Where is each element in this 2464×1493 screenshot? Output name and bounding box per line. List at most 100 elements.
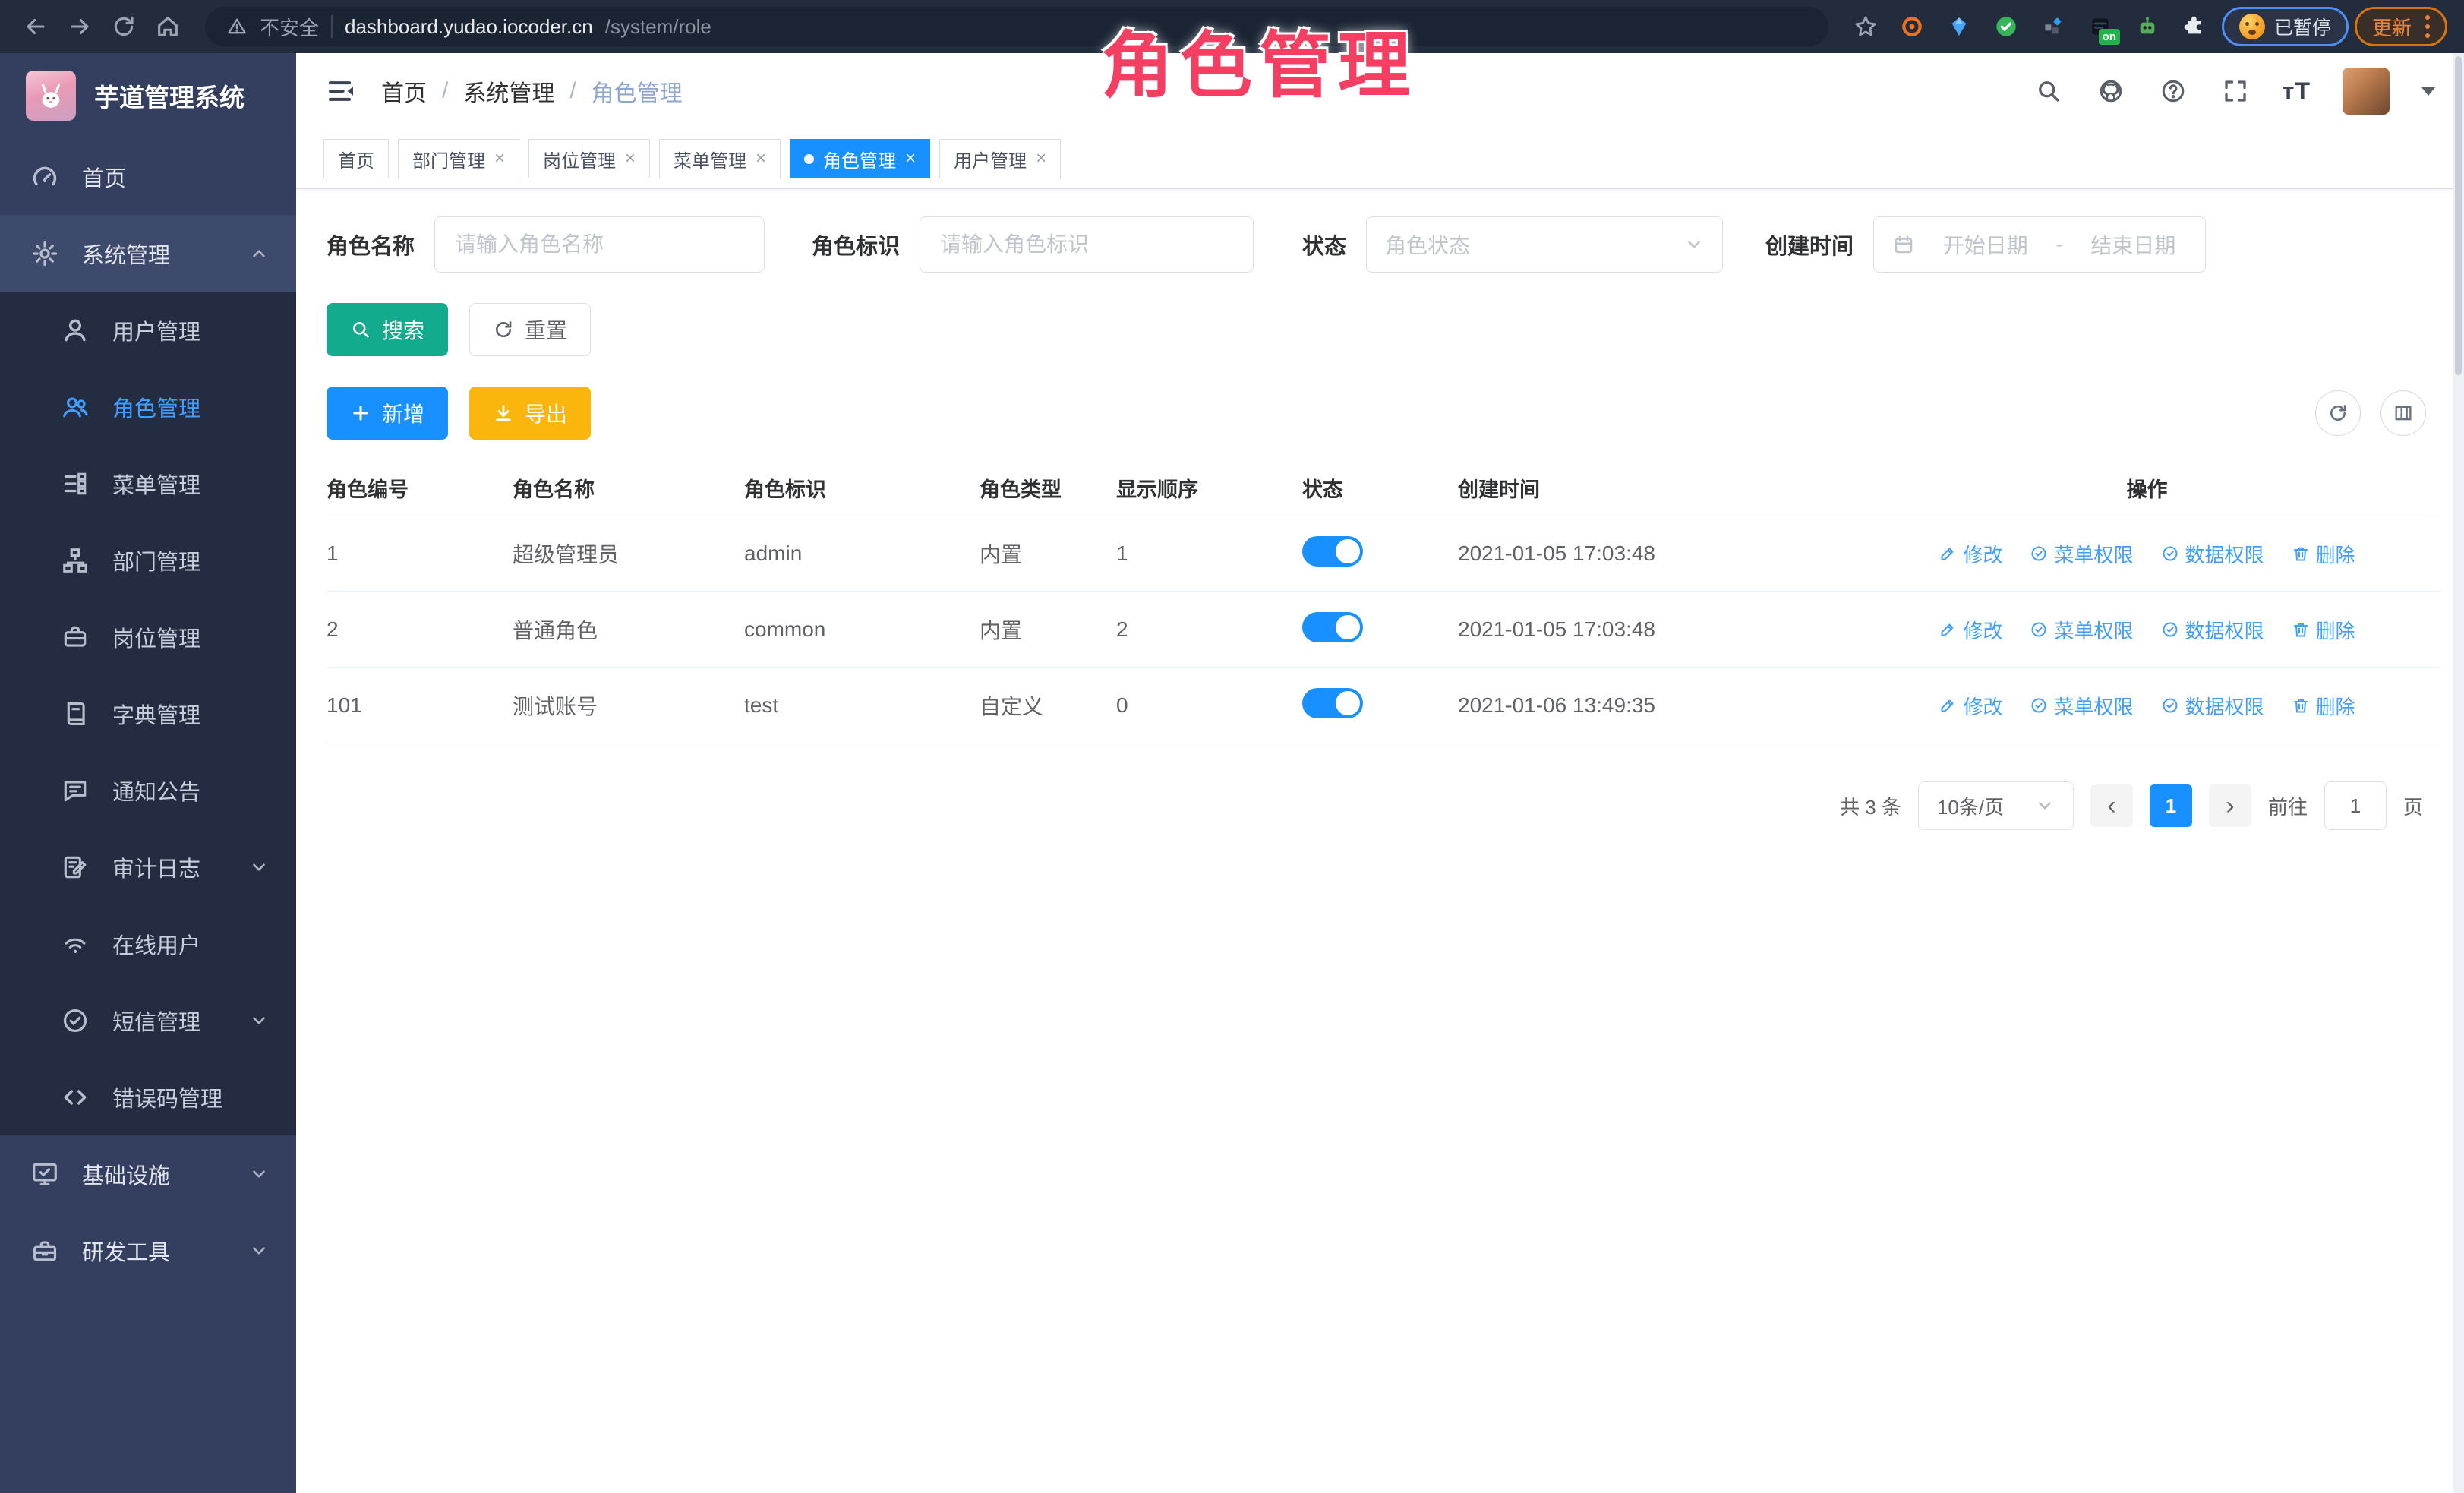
export-button[interactable]: 导出 xyxy=(469,387,591,440)
sidebar-item-users[interactable]: 用户管理 xyxy=(0,292,296,368)
close-icon[interactable] xyxy=(625,150,636,168)
data-permission-button[interactable]: 数据权限 xyxy=(2161,692,2264,720)
breadcrumb-home[interactable]: 首页 xyxy=(381,74,427,108)
next-page-button[interactable] xyxy=(2209,784,2251,827)
tag-tab-roles[interactable]: 角色管理 xyxy=(790,139,930,178)
sidebar-item-infrastructure[interactable]: 基础设施 xyxy=(0,1135,296,1212)
sidebar-item-notice[interactable]: 通知公告 xyxy=(0,752,296,829)
role-name-label: 角色名称 xyxy=(327,229,415,260)
edit-role-button[interactable]: 修改 xyxy=(1939,616,2002,644)
user-avatar[interactable] xyxy=(2343,68,2390,115)
status-select[interactable]: 角色状态 xyxy=(1366,216,1723,273)
refresh-icon xyxy=(493,319,514,340)
menu-permission-button[interactable]: 菜单权限 xyxy=(2030,540,2133,568)
browser-back-button[interactable] xyxy=(17,8,55,46)
tag-tab-home[interactable]: 首页 xyxy=(323,139,389,178)
scrollbar-thumb[interactable] xyxy=(2455,56,2462,375)
column-settings-button[interactable] xyxy=(2380,390,2426,436)
avatar-caret-icon[interactable] xyxy=(2421,87,2435,96)
menu-permission-button[interactable]: 菜单权限 xyxy=(2030,616,2133,644)
sidebar-item-departments[interactable]: 部门管理 xyxy=(0,522,296,598)
cell-role-id: 2 xyxy=(327,617,513,642)
extensions-puzzle-icon[interactable] xyxy=(2179,11,2210,42)
cell-sort: 0 xyxy=(1116,693,1302,718)
not-secure-label: 不安全 xyxy=(260,13,319,41)
delete-role-button[interactable]: 删除 xyxy=(2292,616,2355,644)
browser-update-chip[interactable]: 更新 xyxy=(2355,7,2447,46)
sidebar-item-system[interactable]: 系统管理 xyxy=(0,215,296,292)
role-key-input[interactable] xyxy=(939,232,1235,257)
circle-check-icon xyxy=(2030,620,2048,639)
close-icon[interactable] xyxy=(1036,150,1046,168)
create-time-range-picker[interactable]: 开始日期 - 结束日期 xyxy=(1873,216,2206,273)
tag-tab-menus[interactable]: 菜单管理 xyxy=(659,139,781,178)
sidebar-item-menus[interactable]: 菜单管理 xyxy=(0,445,296,522)
sidebar-item-label: 通知公告 xyxy=(112,775,200,806)
tag-tab-users[interactable]: 用户管理 xyxy=(939,139,1061,178)
app-logo-row[interactable]: 芋道管理系统 xyxy=(0,53,296,138)
sidebar-item-sms[interactable]: 短信管理 xyxy=(0,982,296,1059)
status-toggle[interactable] xyxy=(1302,688,1363,718)
github-icon[interactable] xyxy=(2096,76,2126,106)
pixel-diamond-extension-icon[interactable] xyxy=(2038,11,2068,42)
page-size-select[interactable]: 10条/页 xyxy=(1918,781,2074,830)
add-role-button[interactable]: 新增 xyxy=(327,387,448,440)
green-robot-extension-icon[interactable] xyxy=(2132,11,2163,42)
blue-gem-extension-icon[interactable] xyxy=(1944,11,1974,42)
browser-home-button[interactable] xyxy=(149,8,187,46)
current-page-button[interactable]: 1 xyxy=(2150,784,2192,827)
cell-role-id: 101 xyxy=(327,693,513,718)
close-icon[interactable] xyxy=(905,150,916,168)
address-bar[interactable]: 不安全 dashboard.yudao.iocoder.cn /system/r… xyxy=(205,7,1828,46)
tag-tab-posts[interactable]: 岗位管理 xyxy=(528,139,650,178)
data-permission-button[interactable]: 数据权限 xyxy=(2161,540,2264,568)
bookmark-star-icon[interactable] xyxy=(1847,8,1885,46)
goto-page-input[interactable] xyxy=(2331,794,2380,819)
tag-tab-departments[interactable]: 部门管理 xyxy=(398,139,519,178)
sidebar-item-online-users[interactable]: 在线用户 xyxy=(0,905,296,982)
edit-role-button[interactable]: 修改 xyxy=(1939,692,2002,720)
browser-reload-button[interactable] xyxy=(105,8,143,46)
breadcrumb: 首页 / 系统管理 / 角色管理 xyxy=(381,74,683,108)
page-scrollbar[interactable] xyxy=(2453,53,2464,1493)
green-circle-extension-icon[interactable] xyxy=(1991,11,2021,42)
sidebar-item-error-codes[interactable]: 错误码管理 xyxy=(0,1059,296,1135)
sidebar-item-dictionary[interactable]: 字典管理 xyxy=(0,675,296,752)
grid-columns-icon xyxy=(2393,402,2414,424)
sidebar-item-dev-tools[interactable]: 研发工具 xyxy=(0,1212,296,1289)
delete-role-button[interactable]: 删除 xyxy=(2292,692,2355,720)
orange-target-extension-icon[interactable] xyxy=(1897,11,1927,42)
toolbox-icon xyxy=(30,1236,59,1265)
status-toggle[interactable] xyxy=(1302,536,1363,567)
close-icon[interactable] xyxy=(756,150,766,168)
edit-role-button[interactable]: 修改 xyxy=(1939,540,2002,568)
browser-forward-button[interactable] xyxy=(61,8,99,46)
sidebar-item-posts[interactable]: 岗位管理 xyxy=(0,598,296,675)
sidebar-item-roles[interactable]: 角色管理 xyxy=(0,368,296,445)
annotation-overlay-title: 角色管理 xyxy=(1101,8,1417,112)
menu-permission-button[interactable]: 菜单权限 xyxy=(2030,692,2133,720)
cell-created: 2021-01-05 17:03:48 xyxy=(1458,617,1853,642)
delete-role-button[interactable]: 删除 xyxy=(2292,540,2355,568)
browser-menu-kebab-icon[interactable] xyxy=(2425,13,2430,40)
refresh-table-button[interactable] xyxy=(2315,390,2361,436)
sidebar-item-audit-log[interactable]: 审计日志 xyxy=(0,829,296,905)
header-search-icon[interactable] xyxy=(2033,76,2064,106)
sidebar-collapse-icon[interactable] xyxy=(325,74,358,108)
role-name-input[interactable] xyxy=(453,232,746,257)
reset-button[interactable]: 重置 xyxy=(469,303,591,356)
date-range-separator: - xyxy=(2055,232,2062,257)
prev-page-button[interactable] xyxy=(2090,784,2133,827)
search-button[interactable]: 搜索 xyxy=(327,303,448,356)
close-icon[interactable] xyxy=(494,150,505,168)
table-tool-icons xyxy=(2315,390,2441,436)
breadcrumb-system[interactable]: 系统管理 xyxy=(463,74,554,108)
sidebar-item-home[interactable]: 首页 xyxy=(0,138,296,215)
help-icon[interactable] xyxy=(2158,76,2188,106)
data-permission-button[interactable]: 数据权限 xyxy=(2161,616,2264,644)
profile-paused-chip[interactable]: 已暂停 xyxy=(2222,7,2349,46)
status-toggle[interactable] xyxy=(1302,612,1363,642)
dark-on-badge-extension-icon[interactable]: on xyxy=(2085,11,2115,42)
font-size-icon[interactable] xyxy=(2283,77,2311,106)
fullscreen-icon[interactable] xyxy=(2220,76,2251,106)
